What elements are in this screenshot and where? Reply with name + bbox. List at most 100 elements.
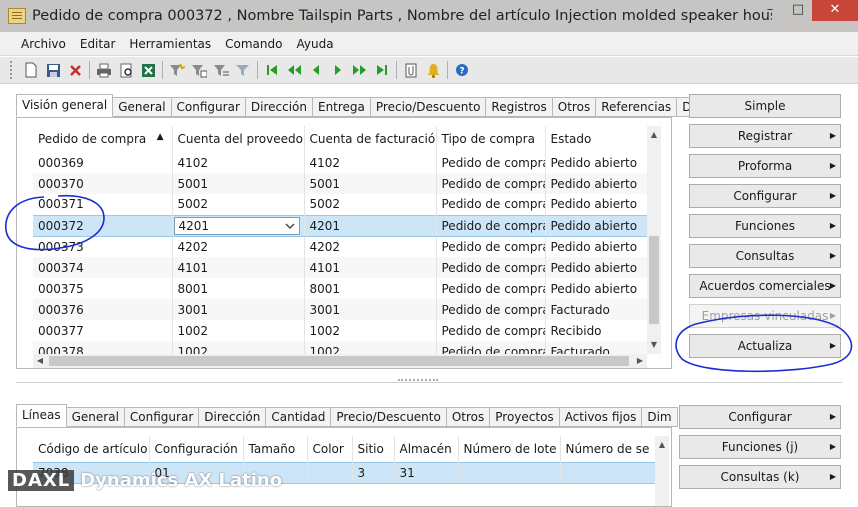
header-grid: Pedido de compra ▲ Cuenta del proveedor C… — [33, 126, 647, 354]
splitter-handle[interactable] — [398, 379, 438, 385]
table-row-selected[interactable]: 000372 4201 4201 Pedido de compra Pedido a… — [33, 214, 647, 237]
tab-general[interactable]: General — [113, 97, 172, 117]
tab-configurar[interactable]: Configurar — [171, 97, 246, 117]
tab-otros[interactable]: Otros — [552, 97, 597, 117]
column-tipo-de-compra[interactable]: Tipo de compra — [436, 126, 546, 152]
chevron-right-icon: ▶ — [829, 472, 836, 481]
maximize-button[interactable]: □ — [784, 0, 812, 21]
scroll-up-icon[interactable]: ▲ — [647, 128, 661, 142]
column-almacen[interactable]: Almacén — [394, 436, 459, 462]
lines-grid-vertical-scrollbar[interactable]: ▲ — [655, 436, 669, 506]
lines-consultas-button[interactable]: Consultas (k) ▶ — [679, 465, 841, 489]
next-record-icon[interactable] — [327, 60, 349, 80]
acuerdos-comerciales-button[interactable]: Acuerdos comerciales ▶ — [689, 274, 841, 298]
tab-vision-general[interactable]: Visión general — [16, 94, 114, 117]
actualiza-button[interactable]: Actualiza ▶ — [689, 334, 841, 358]
scroll-right-icon[interactable]: ▶ — [633, 354, 647, 368]
remove-filter-icon[interactable] — [232, 60, 254, 80]
table-row[interactable]: 000376 3001 3001 Pedido de compra Facturado — [33, 299, 647, 320]
header-grid-horizontal-scrollbar[interactable]: ◀ ▶ — [33, 354, 647, 368]
print-preview-icon[interactable] — [115, 60, 137, 80]
next-page-icon[interactable] — [349, 60, 371, 80]
scroll-down-icon[interactable]: ▼ — [647, 338, 661, 352]
close-button[interactable]: ✕ — [812, 0, 858, 21]
scrollbar-thumb[interactable] — [49, 356, 629, 366]
table-row[interactable]: 000369 4102 4102 Pedido de compra Pedido abi… — [33, 152, 647, 173]
save-icon[interactable] — [42, 60, 64, 80]
alert-icon[interactable] — [422, 60, 444, 80]
menu-comando[interactable]: Comando — [218, 37, 289, 51]
table-row[interactable]: 000378 1002 1002 Pedido de compra Facturado — [33, 341, 647, 354]
table-row[interactable]: 000374 4101 4101 Pedido de compra Pedido abi… — [33, 257, 647, 278]
previous-page-icon[interactable] — [283, 60, 305, 80]
tab-lines-cantidad[interactable]: Cantidad — [266, 407, 332, 427]
previous-record-icon[interactable] — [305, 60, 327, 80]
header-grid-vertical-scrollbar[interactable]: ▲ ▼ — [647, 126, 661, 354]
column-cuenta-de-facturacion[interactable]: Cuenta de facturación — [304, 126, 437, 152]
toolbar-separator — [162, 61, 163, 79]
delete-icon[interactable] — [64, 60, 86, 80]
tab-lines-direccion[interactable]: Dirección — [199, 407, 267, 427]
column-pedido-de-compra[interactable]: Pedido de compra ▲ — [33, 126, 173, 152]
advanced-filter-icon[interactable] — [210, 60, 232, 80]
filter-by-selection-icon[interactable] — [166, 60, 188, 80]
column-color[interactable]: Color — [307, 436, 353, 462]
first-record-icon[interactable] — [261, 60, 283, 80]
table-row[interactable]: 000370 5001 5001 Pedido de compra Pedido abi… — [33, 173, 647, 194]
column-numero-de-lote[interactable]: Número de lote — [458, 436, 561, 462]
tab-registros[interactable]: Registros — [486, 97, 553, 117]
consultas-button[interactable]: Consultas ▶ — [689, 244, 841, 268]
tab-referencias[interactable]: Referencias — [596, 97, 678, 117]
excel-icon[interactable] — [137, 60, 159, 80]
tab-direccion[interactable]: Dirección — [245, 97, 313, 117]
scrollbar-thumb[interactable] — [649, 236, 659, 324]
new-icon[interactable] — [20, 60, 42, 80]
table-row[interactable]: 000377 1002 1002 Pedido de compra Recibido — [33, 320, 647, 341]
column-estado[interactable]: Estado — [545, 126, 647, 152]
column-tamano[interactable]: Tamaño — [243, 436, 308, 462]
tab-lines-general[interactable]: General — [66, 407, 125, 427]
funciones-button[interactable]: Funciones ▶ — [689, 214, 841, 238]
header-grid-column-row: Pedido de compra ▲ Cuenta del proveedor C… — [33, 126, 647, 152]
tab-lines-proyectos[interactable]: Proyectos — [490, 407, 560, 427]
tab-lines-otros[interactable]: Otros — [446, 407, 491, 427]
menu-archivo[interactable]: Archivo — [14, 37, 73, 51]
scroll-left-icon[interactable]: ◀ — [33, 354, 47, 368]
vendor-account-input[interactable]: 4201 — [173, 216, 300, 235]
tab-entrega[interactable]: Entrega — [312, 97, 371, 117]
chevron-right-icon: ▶ — [829, 191, 836, 200]
chevron-down-icon[interactable] — [285, 222, 295, 230]
table-row[interactable]: 000373 4202 4202 Pedido de compra Pedido abi… — [33, 236, 647, 257]
column-sitio[interactable]: Sitio — [352, 436, 395, 462]
menu-editar[interactable]: Editar — [73, 37, 123, 51]
print-icon[interactable] — [93, 60, 115, 80]
attachments-icon[interactable] — [400, 60, 422, 80]
lines-configurar-button[interactable]: Configurar ▶ — [679, 405, 841, 429]
column-configuracion[interactable]: Configuración — [149, 436, 244, 462]
menu-herramientas[interactable]: Herramientas — [122, 37, 218, 51]
chevron-right-icon: ▶ — [829, 442, 836, 451]
tab-precio-descuento[interactable]: Precio/Descuento — [370, 97, 487, 117]
simple-button[interactable]: Simple — [689, 94, 841, 118]
table-row[interactable]: 000375 8001 8001 Pedido de compra Pedido abi… — [33, 278, 647, 299]
column-cuenta-del-proveedor[interactable]: Cuenta del proveedor — [172, 126, 305, 152]
tab-lines-dim[interactable]: Dim — [642, 407, 678, 427]
proforma-button[interactable]: Proforma ▶ — [689, 154, 841, 178]
tab-lines-configurar[interactable]: Configurar — [124, 407, 200, 427]
scroll-up-icon[interactable]: ▲ — [655, 438, 669, 452]
tab-lines-activos-fijos[interactable]: Activos fijos — [559, 407, 643, 427]
menu-ayuda[interactable]: Ayuda — [289, 37, 340, 51]
help-icon[interactable]: ? — [451, 60, 473, 80]
filter-by-grid-icon[interactable] — [188, 60, 210, 80]
tab-lineas[interactable]: Líneas — [16, 404, 67, 427]
header-tab-strip: Visión general General Configurar Direcc… — [16, 94, 730, 117]
last-record-icon[interactable] — [371, 60, 393, 80]
registrar-button[interactable]: Registrar ▶ — [689, 124, 841, 148]
lines-funciones-button[interactable]: Funciones (j) ▶ — [679, 435, 841, 459]
minimize-button[interactable]: – — [756, 0, 784, 21]
column-numero-de-serie[interactable]: Número de se — [560, 436, 655, 462]
table-row[interactable]: 000371 5002 5002 Pedido de compra Pedido abi… — [33, 194, 647, 215]
tab-lines-precio-descuento[interactable]: Precio/Descuento — [331, 407, 447, 427]
column-codigo-de-articulo[interactable]: Código de artículo — [33, 436, 150, 462]
configurar-button[interactable]: Configurar ▶ — [689, 184, 841, 208]
